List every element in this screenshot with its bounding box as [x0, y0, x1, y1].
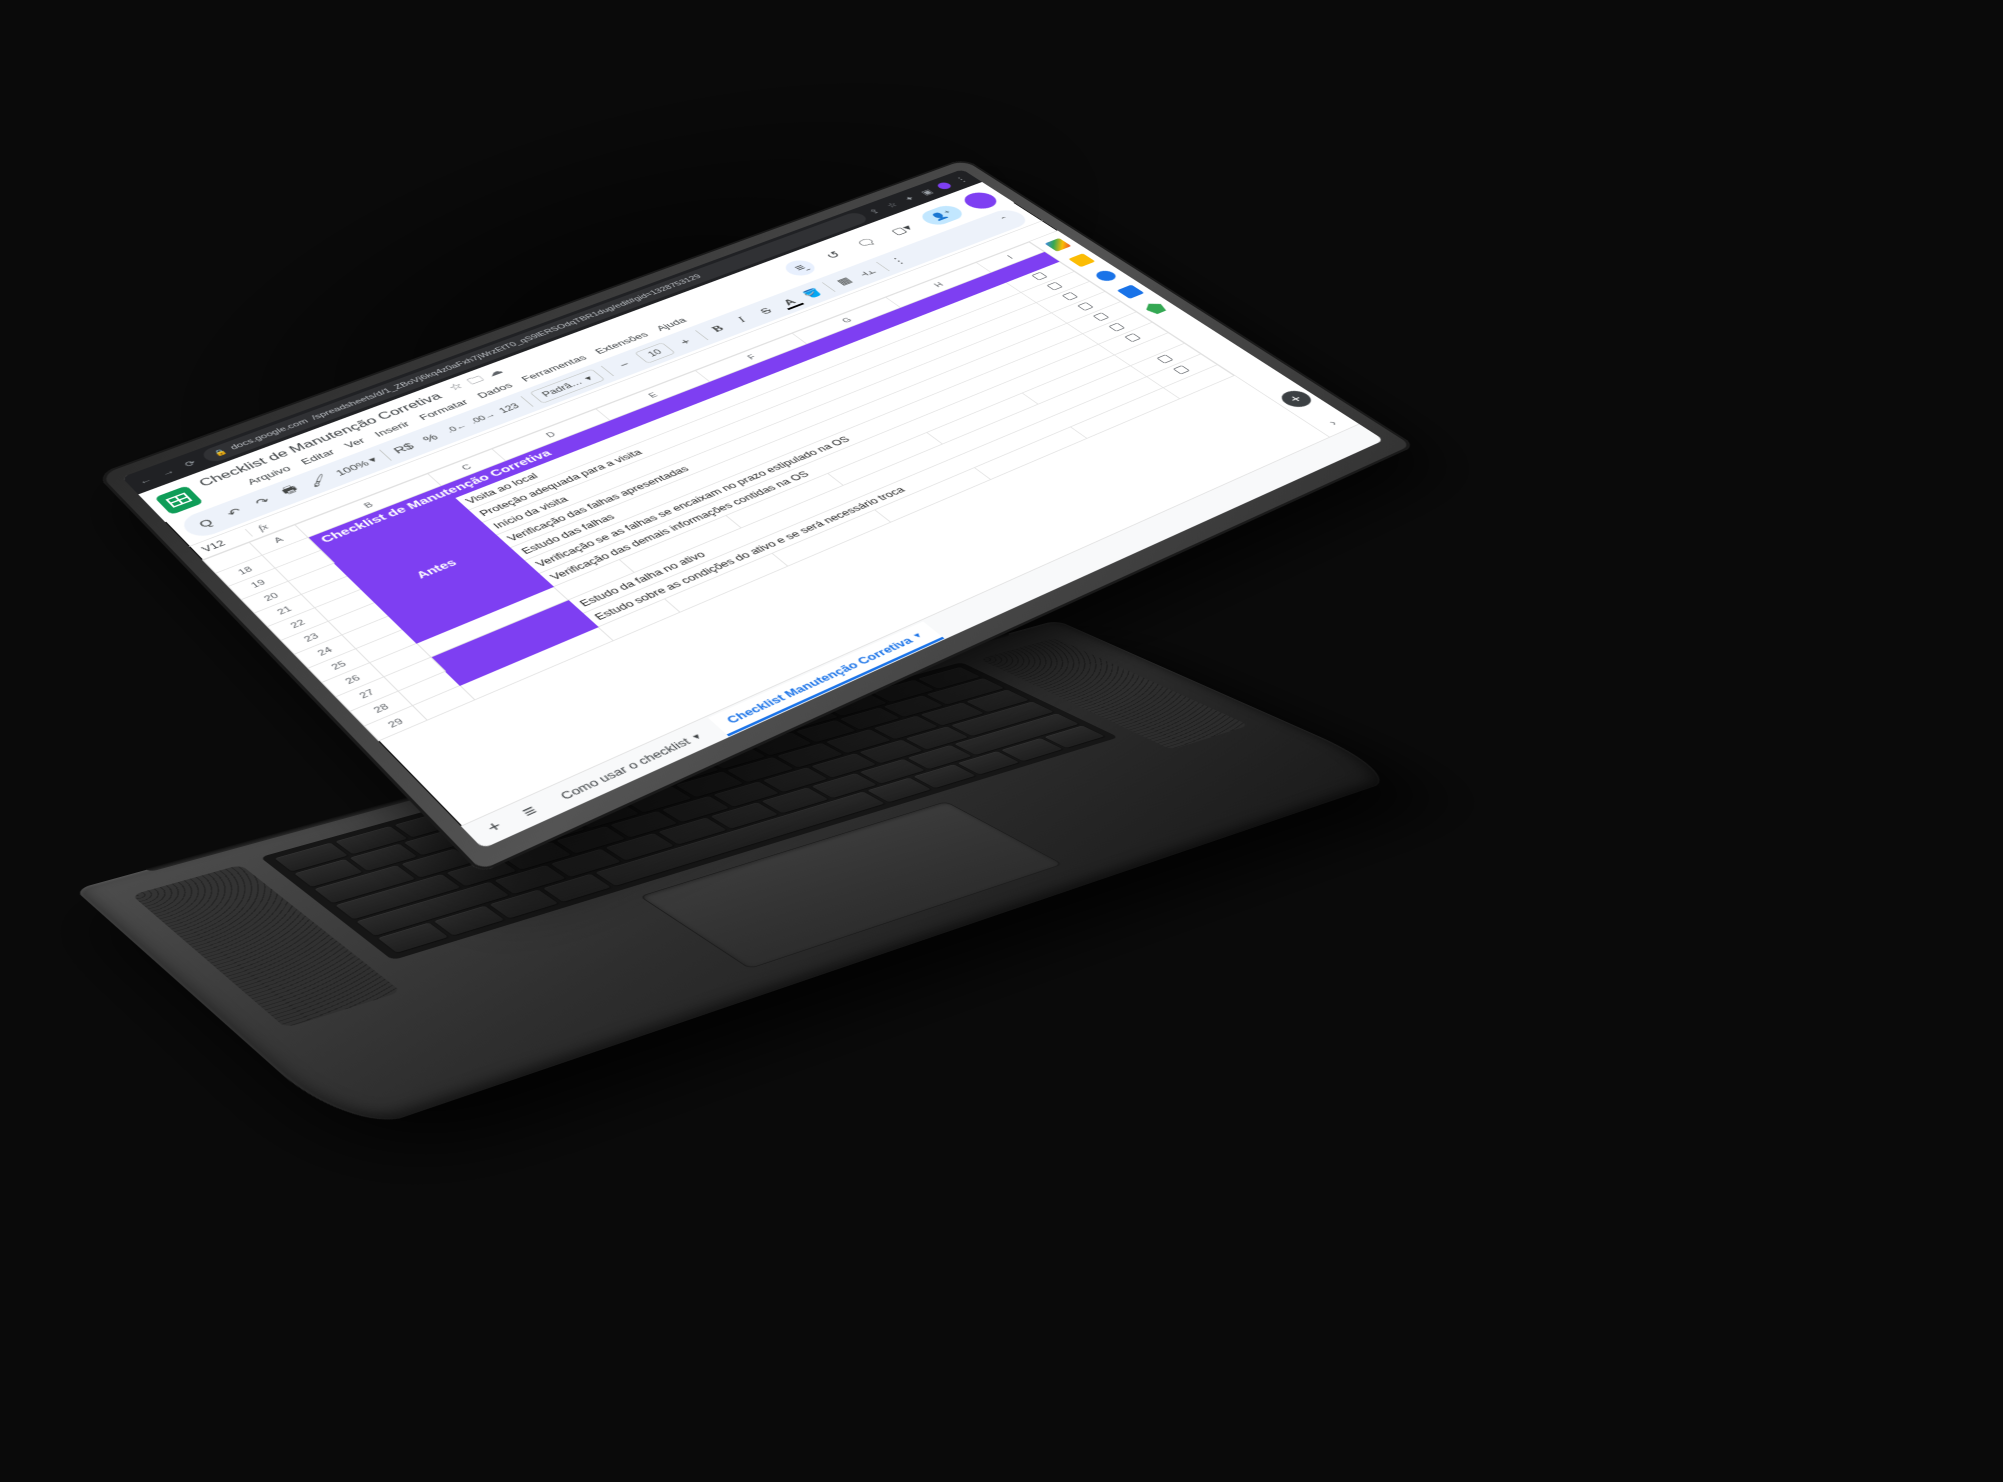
borders-icon[interactable]: ▦ [831, 274, 858, 288]
calendar-icon[interactable] [1044, 238, 1071, 252]
menu-ver[interactable]: Ver [342, 436, 368, 450]
undo-icon[interactable]: ↶ [220, 504, 249, 521]
meet-icon[interactable]: ▢▾ [880, 219, 924, 241]
side-panel: + › [1029, 231, 1359, 437]
menu-ferramentas[interactable]: Ferramentas [519, 353, 589, 383]
print-icon[interactable]: 🖶 [276, 482, 305, 499]
url-path: /spreadsheets/d/1_ZBoVj6kq4z0aFxh7jWrzEt… [310, 273, 704, 421]
column-header-I[interactable]: I [976, 242, 1044, 272]
more-formats-button[interactable]: 123 [495, 400, 523, 416]
forward-icon[interactable]: → [156, 465, 179, 479]
format-currency-button[interactable]: R$ [389, 440, 418, 457]
paint-format-icon[interactable]: 🖌 [304, 472, 333, 489]
fill-color-icon[interactable]: 🪣 [799, 286, 826, 300]
menu-extensões[interactable]: Extensões [592, 330, 650, 355]
move-folder-icon[interactable]: 🗀 [464, 373, 490, 389]
column-header-D[interactable]: D [492, 409, 610, 461]
decrease-font-size-button[interactable]: − [610, 357, 638, 372]
text-color-button[interactable]: A [776, 295, 803, 309]
puzzle-icon[interactable]: ▣ [918, 188, 936, 197]
keep-icon[interactable] [1068, 253, 1095, 267]
decrease-decimal-button[interactable]: .0← [443, 420, 472, 436]
account-avatar[interactable] [958, 190, 1003, 212]
column-header-H[interactable]: H [886, 263, 991, 308]
more-toolbar-icon[interactable]: ⋮ [885, 254, 912, 268]
checkbox-cell[interactable] [1098, 322, 1168, 355]
share-button[interactable]: 👤⁺ [916, 203, 967, 227]
star-icon[interactable]: ☆ [883, 200, 901, 209]
redo-icon[interactable]: ↷ [248, 493, 277, 510]
checkbox-cell[interactable] [1036, 281, 1105, 312]
column-header-F[interactable]: F [696, 333, 807, 381]
menu-dados[interactable]: Dados [475, 381, 515, 400]
font-size-input[interactable]: 10 [634, 342, 676, 363]
tab-dropdown-icon[interactable]: ▼ [910, 631, 925, 640]
checkbox-cell[interactable] [1051, 292, 1120, 324]
checkbox-cell[interactable] [1130, 343, 1200, 376]
column-header-G[interactable]: G [793, 297, 901, 344]
menu-inserir[interactable]: Inserir [372, 419, 412, 438]
extensions-icon[interactable]: ✦ [900, 194, 918, 203]
reload-icon[interactable]: ⟳ [179, 457, 202, 470]
format-percent-button[interactable]: % [416, 430, 445, 446]
back-icon[interactable]: ← [134, 473, 157, 487]
lock-icon: 🔒 [212, 448, 229, 458]
collapse-toolbar-icon[interactable]: ˆ [993, 213, 1020, 226]
profile-avatar-small[interactable] [935, 181, 953, 190]
checkbox-cell[interactable] [1021, 271, 1089, 302]
strikethrough-button[interactable]: S [752, 304, 779, 319]
version-history-icon[interactable]: ↺ [814, 245, 854, 266]
column-header-E[interactable]: E [596, 371, 710, 421]
italic-button[interactable]: I [728, 313, 756, 328]
comments-icon[interactable]: 🗨 [847, 233, 887, 253]
menu-ajuda[interactable]: Ajuda [653, 316, 688, 333]
screen-content: ← → ⟳ 🔒 docs.google.com/spreadsheets/d/1… [122, 169, 1385, 849]
trackpad [639, 801, 1063, 969]
checkbox-cell[interactable] [1147, 354, 1217, 388]
menu-formatar[interactable]: Formatar [416, 397, 470, 421]
google-sheets-logo-icon[interactable] [154, 485, 203, 514]
tab-dropdown-icon[interactable]: ▼ [689, 731, 704, 741]
kebab-icon[interactable]: ⋮ [952, 175, 970, 184]
hide-side-panel-icon[interactable]: › [1325, 418, 1340, 427]
checkbox-cell[interactable] [1067, 302, 1136, 334]
cloud-saved-icon: ☁ [483, 366, 509, 382]
add-ons-plus-icon[interactable]: + [1276, 388, 1317, 410]
zoom-dropdown[interactable]: 100% ▾ [333, 455, 380, 478]
font-family-dropdown[interactable]: Padrã… ▾ [529, 369, 605, 404]
checkbox-cell[interactable] [1006, 262, 1074, 293]
url-bar[interactable]: 🔒 docs.google.com/spreadsheets/d/1_ZBoVj… [199, 211, 870, 464]
browser-toolbar: ← → ⟳ 🔒 docs.google.com/spreadsheets/d/1… [122, 169, 982, 494]
activity-dashboard-button[interactable]: ≡̱ [780, 258, 820, 279]
checkbox-cell[interactable] [1083, 312, 1152, 344]
bold-button[interactable]: B [704, 322, 732, 337]
speaker-right [979, 638, 1249, 750]
share-link-icon[interactable]: ⇪ [865, 207, 883, 216]
star-outline-icon[interactable]: ☆ [445, 380, 470, 396]
url-host: docs.google.com [229, 418, 311, 452]
merge-cells-icon[interactable]: ⫞⫠ [854, 265, 881, 279]
increase-decimal-button[interactable]: .00→ [469, 410, 497, 426]
maps-icon[interactable] [1141, 301, 1169, 316]
search-menu-icon[interactable]: Q [191, 514, 220, 532]
laptop-screen-bezel: ← → ⟳ 🔒 docs.google.com/spreadsheets/d/1… [96, 158, 1416, 874]
tasks-icon[interactable] [1092, 269, 1119, 283]
increase-font-size-button[interactable]: + [671, 334, 699, 349]
contacts-icon[interactable] [1116, 285, 1144, 299]
